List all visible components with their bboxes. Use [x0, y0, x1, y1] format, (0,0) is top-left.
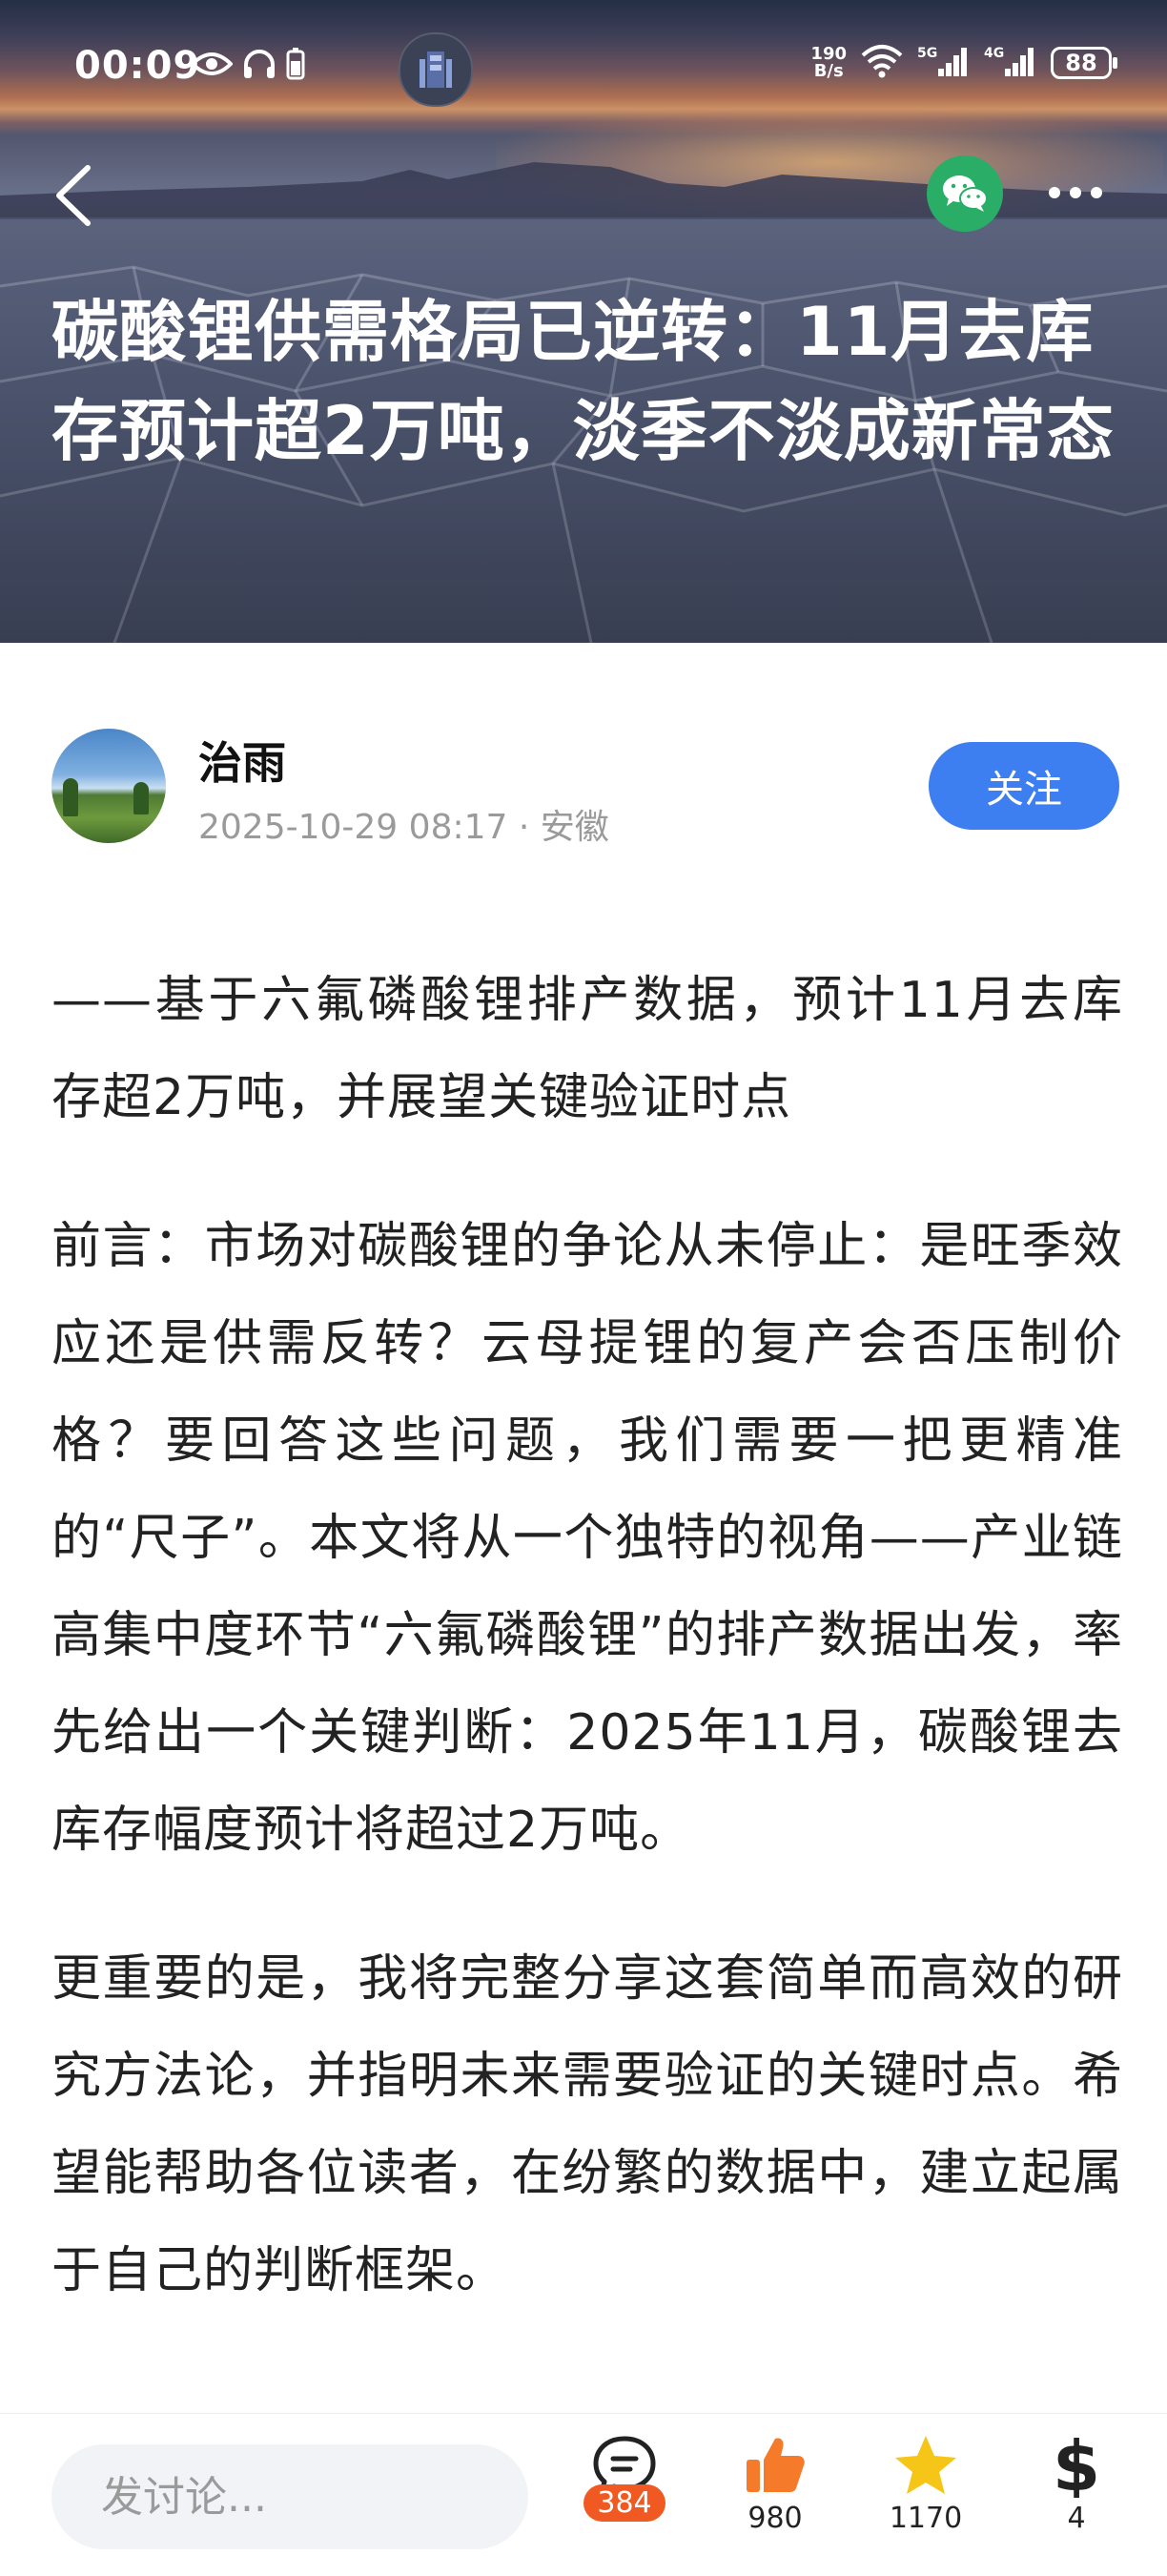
reward-button[interactable]: $ 4	[1014, 2433, 1138, 2566]
svg-text:$: $	[1053, 2433, 1100, 2498]
author-location: 安徽	[540, 808, 609, 847]
like-button[interactable]: 980	[713, 2433, 837, 2566]
article-title: 碳酸锂供需格局已逆转：11月去库存预计超2万吨，淡季不淡成新常态	[51, 293, 1115, 470]
status-right-icons: 190 B/s 5G 4G 88	[810, 44, 1117, 82]
chevron-left-icon	[56, 165, 91, 226]
network-speed: 190 B/s	[810, 46, 847, 80]
wechat-icon	[943, 175, 988, 212]
floating-app-icon	[399, 32, 473, 107]
article-paragraph: ——基于六氟磷酸锂排产数据，预计11月去库存超2万吨，并展望关键验证时点	[51, 972, 1123, 1126]
thumbs-up-icon	[747, 2438, 805, 2492]
wifi-icon	[860, 44, 904, 82]
battery-saver-icon	[286, 48, 305, 84]
author-meta: 2025-10-29 08:17 · 安徽	[198, 799, 609, 849]
star-icon	[895, 2436, 956, 2494]
back-button[interactable]	[50, 162, 107, 229]
likes-count: 980	[747, 2502, 803, 2535]
status-time: 00:09	[74, 44, 201, 88]
comment-input[interactable]	[51, 2444, 528, 2549]
article-paragraph: 更重要的是，我将完整分享这套简单而高效的研究方法论，并指明未来需要验证的关键时点…	[51, 1950, 1123, 2299]
meta-separator: ·	[518, 808, 530, 847]
svg-text:5G: 5G	[917, 46, 937, 61]
svg-text:4G: 4G	[984, 46, 1004, 61]
follow-button[interactable]: 关注	[929, 742, 1119, 830]
article-paragraph: 前言：市场对碳酸锂的争论从未停止：是旺季效应还是供需反转？云母提锂的复产会否压制…	[51, 1218, 1123, 1859]
article-body: ——基于六氟磷酸锂排产数据，预计11月去库存超2万吨，并展望关键验证时点 前言：…	[51, 952, 1123, 2319]
article-header-banner: 00:09 190 B/s 5G 4G 88 碳酸锂供需格局已逆转：11月去库存…	[0, 0, 1167, 643]
comments-count-badge: 384	[584, 2484, 665, 2522]
status-left-icons	[190, 48, 305, 84]
wechat-share-button[interactable]	[927, 155, 1003, 232]
more-dots-icon	[1049, 187, 1060, 198]
favorites-count: 1170	[889, 2502, 963, 2535]
more-options-button[interactable]	[1049, 172, 1121, 214]
comments-button[interactable]: 384	[563, 2433, 686, 2566]
status-bar: 00:09 190 B/s 5G 4G 88	[0, 0, 1167, 134]
rewards-count: 4	[1067, 2502, 1086, 2535]
publish-date: 2025-10-29 08:17	[198, 808, 508, 847]
headphones-icon	[242, 48, 276, 84]
eye-icon	[190, 50, 234, 82]
author-avatar[interactable]	[51, 729, 166, 843]
signal-4g-icon: 4G	[984, 44, 1037, 82]
battery-indicator: 88	[1051, 47, 1117, 79]
favorite-button[interactable]: 1170	[864, 2433, 988, 2566]
network-speed-unit: B/s	[813, 61, 844, 81]
dollar-icon: $	[1053, 2433, 1100, 2498]
bottom-action-bar: 384 980 1170 $ 4	[0, 2413, 1167, 2576]
author-name[interactable]: 治雨	[198, 729, 286, 792]
signal-5g-icon: 5G	[917, 44, 971, 82]
